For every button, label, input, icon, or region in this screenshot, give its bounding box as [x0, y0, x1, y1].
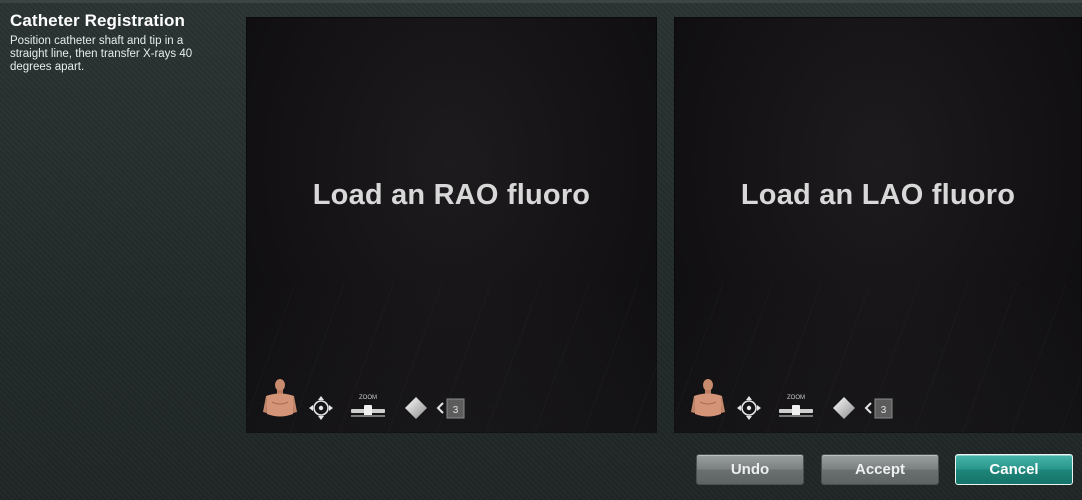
instructions-text: Position catheter shaft and tip in a str…: [10, 35, 193, 73]
svg-text:3: 3: [881, 405, 887, 416]
torso-icon[interactable]: [688, 377, 728, 423]
torso-icon[interactable]: [260, 377, 300, 423]
rao-viewport[interactable]: Load an RAO fluoro ZOOM 3: [246, 17, 657, 433]
pan-icon[interactable]: [732, 393, 766, 423]
page-title: Catheter Registration: [10, 11, 185, 30]
zoom-label: ZOOM: [359, 395, 377, 401]
pan-icon[interactable]: [304, 393, 338, 423]
rao-load-message: Load an RAO fluoro: [312, 179, 591, 211]
lao-load-message: Load an LAO fluoro: [740, 179, 1016, 211]
page-icon[interactable]: 3: [436, 393, 466, 423]
page-icon[interactable]: 3: [864, 393, 894, 423]
zoom-icon[interactable]: ZOOM: [774, 393, 818, 423]
undo-button[interactable]: Undo: [696, 454, 804, 485]
contrast-icon[interactable]: [828, 393, 860, 423]
zoom-label: ZOOM: [787, 395, 805, 401]
svg-text:3: 3: [453, 405, 459, 416]
contrast-icon[interactable]: [400, 393, 432, 423]
cancel-button[interactable]: Cancel: [955, 454, 1073, 485]
sidebar: Catheter Registration Position catheter …: [10, 11, 238, 74]
catheter-registration-window: Catheter Registration Position catheter …: [0, 0, 1082, 500]
accept-button[interactable]: Accept: [821, 454, 939, 485]
lao-toolbar: ZOOM 3: [688, 377, 894, 423]
zoom-icon[interactable]: ZOOM: [346, 393, 390, 423]
rao-toolbar: ZOOM 3: [260, 377, 466, 423]
lao-viewport[interactable]: Load an LAO fluoro ZOOM 3: [674, 17, 1082, 433]
